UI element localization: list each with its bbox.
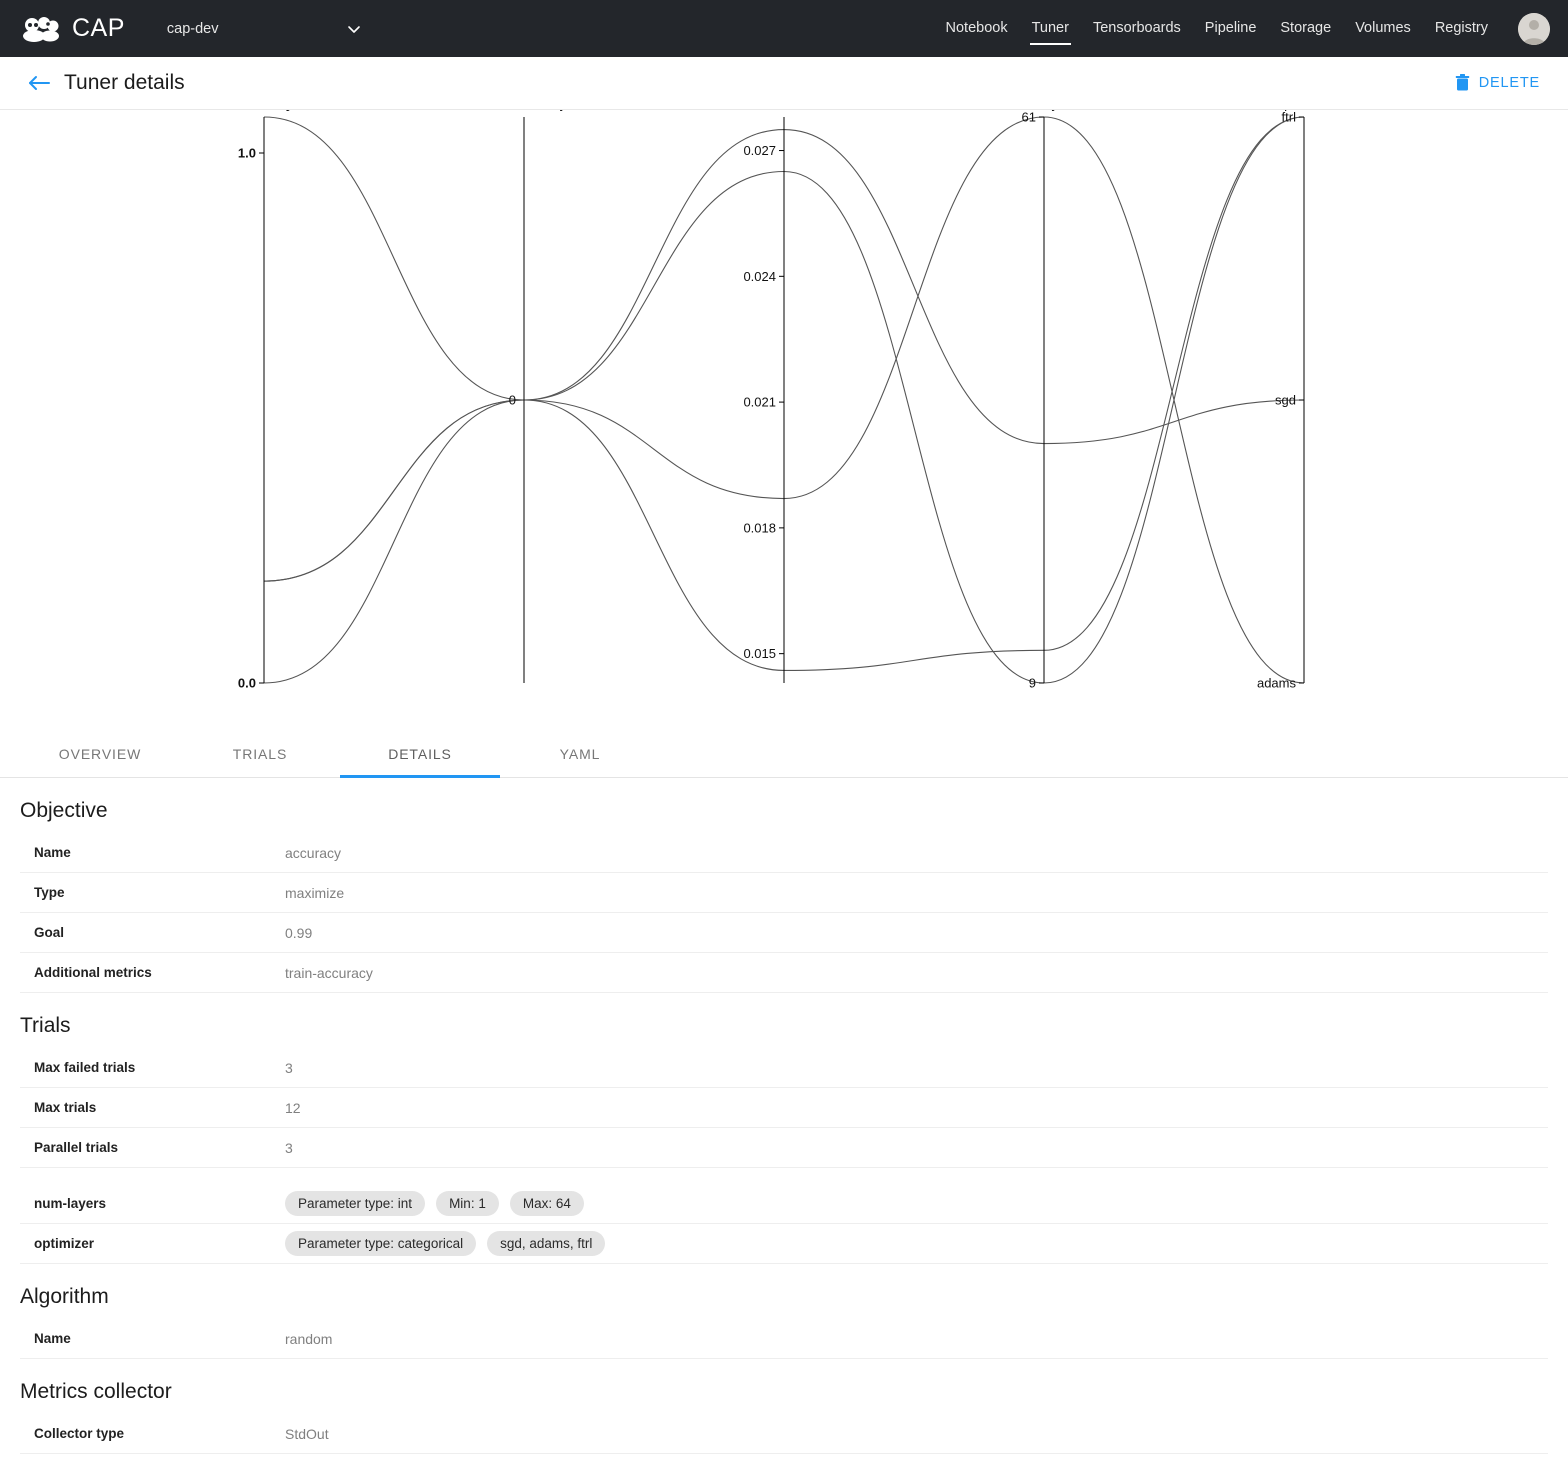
row-key: Type [34,885,65,900]
row-value: train-accuracy [285,964,373,981]
nav-item-registry[interactable]: Registry [1423,14,1500,43]
chip: Max: 64 [509,1191,584,1216]
table-row: Name accuracy [20,833,1548,873]
row-key: Additional metrics [34,965,152,980]
svg-text:train-accuracy: train-accuracy [482,110,567,111]
tab-overview[interactable]: OVERVIEW [20,730,180,777]
chip: sgd, adams, ftrl [487,1231,606,1256]
row-value: 12 [285,1099,301,1116]
brand-name: CAP [72,14,125,42]
svg-text:9: 9 [1029,676,1036,691]
svg-text:accuracy: accuracy [235,110,294,111]
table-row: Max failed trials 3 [20,1048,1548,1088]
svg-text:0.015: 0.015 [743,646,776,661]
arrow-left-icon[interactable] [26,73,52,93]
row-value: StdOut [285,1425,329,1442]
svg-text:adams: adams [1257,676,1297,691]
svg-text:0.021: 0.021 [743,395,776,410]
chart-axes-group [259,116,1305,684]
row-key: optimizer [34,1236,95,1251]
chip: Min: 1 [436,1191,499,1216]
svg-text:0.024: 0.024 [743,269,776,284]
svg-text:0: 0 [509,393,516,408]
section-title-trials: Trials [20,1014,71,1037]
row-key: Max failed trials [34,1060,136,1075]
table-row: Parallel trials 3 [20,1128,1548,1168]
table-row: Max trials 12 [20,1088,1548,1128]
trash-icon [1455,74,1470,92]
nav-item-tensorboards[interactable]: Tensorboards [1081,14,1193,43]
table-row: Additional metrics train-accuracy [20,953,1548,993]
user-avatar-icon[interactable] [1518,12,1550,45]
main-nav: Notebook Tuner Tensorboards Pipeline Sto… [934,12,1552,45]
row-key: Goal [34,925,65,940]
row-value: random [285,1330,333,1347]
cap-logo-icon [22,15,64,43]
table-row: Collector type StdOut [20,1414,1548,1454]
brand-logo-group[interactable]: CAP [22,14,125,43]
row-value: 3 [285,1059,293,1076]
tab-details[interactable]: DETAILS [340,730,500,778]
row-key: Parallel trials [34,1140,119,1155]
svg-text:lr: lr [780,110,788,111]
nav-item-volumes[interactable]: Volumes [1343,14,1423,43]
nav-item-notebook[interactable]: Notebook [934,14,1020,43]
delete-button[interactable]: DELETE [1451,68,1544,98]
table-row: Type maximize [20,873,1548,913]
svg-text:sgd: sgd [1275,393,1296,408]
svg-text:61: 61 [1022,110,1036,125]
row-key: Max trials [34,1100,97,1115]
row-value: 3 [285,1139,293,1156]
table-row: Name random [20,1319,1548,1359]
detail-tabs: OVERVIEW TRIALS DETAILS YAML [0,730,1568,778]
svg-text:0.0: 0.0 [238,676,256,691]
nav-item-storage[interactable]: Storage [1268,14,1343,43]
svg-text:ftrl: ftrl [1282,110,1297,125]
metrics-collector-table: Collector type StdOut [20,1414,1548,1454]
row-value-chips: Parameter type: categorical sgd, adams, … [285,1231,606,1256]
chevron-down-icon [346,21,362,37]
top-navigation-bar: CAP cap-dev Notebook Tuner Tensorboards … [0,0,1568,57]
section-title-objective: Objective [20,799,108,822]
row-value: accuracy [285,844,342,861]
parallel-coordinates-svg: accuracy 1.0 0.0 train-accuracy 0 lr 0.027 0.02… [235,110,1332,691]
section-title-algorithm: Algorithm [20,1285,109,1308]
parameters-table: num-layers Parameter type: int Min: 1 Ma… [20,1184,1548,1264]
table-row: num-layers Parameter type: int Min: 1 Ma… [20,1184,1548,1224]
objective-table: Name accuracy Type maximize Goal 0.99 Ad… [20,833,1548,993]
namespace-selector[interactable]: cap-dev [167,21,362,37]
parallel-coordinates-chart[interactable]: accuracy 1.0 0.0 train-accuracy 0 lr 0.027 0.02… [0,110,1568,730]
tab-trials[interactable]: TRIALS [180,730,340,777]
row-key: Name [34,1331,71,1346]
tab-yaml[interactable]: YAML [500,730,660,777]
namespace-label: cap-dev [166,20,219,37]
page-header: Tuner details DELETE [0,57,1568,110]
nav-item-tuner[interactable]: Tuner [1020,14,1081,45]
chart-axis-labels-group: accuracy 1.0 0.0 train-accuracy 0 lr 0.027 0.02… [235,110,1332,691]
delete-button-label: DELETE [1478,75,1540,91]
row-value-chips: Parameter type: int Min: 1 Max: 64 [285,1191,584,1216]
chip: Parameter type: categorical [285,1231,477,1256]
page-title: Tuner details [64,71,185,94]
svg-text:0.027: 0.027 [743,143,776,158]
svg-text:1.0: 1.0 [238,145,256,160]
svg-text:0.018: 0.018 [743,520,776,535]
row-key: Collector type [34,1426,125,1441]
trials-table: Max failed trials 3 Max trials 12 Parall… [20,1048,1548,1168]
section-title-metrics-collector: Metrics collector [20,1380,172,1403]
nav-item-pipeline[interactable]: Pipeline [1193,14,1269,43]
table-row: Goal 0.99 [20,913,1548,953]
chip: Parameter type: int [285,1191,426,1216]
row-value: maximize [285,884,345,901]
row-key: num-layers [34,1196,107,1211]
algorithm-table: Name random [20,1319,1548,1359]
details-content: Objective Name accuracy Type maximize Go… [0,799,1568,1454]
row-key: Name [34,845,71,860]
row-value: 0.99 [285,924,313,941]
table-row: optimizer Parameter type: categorical sg… [20,1224,1548,1264]
